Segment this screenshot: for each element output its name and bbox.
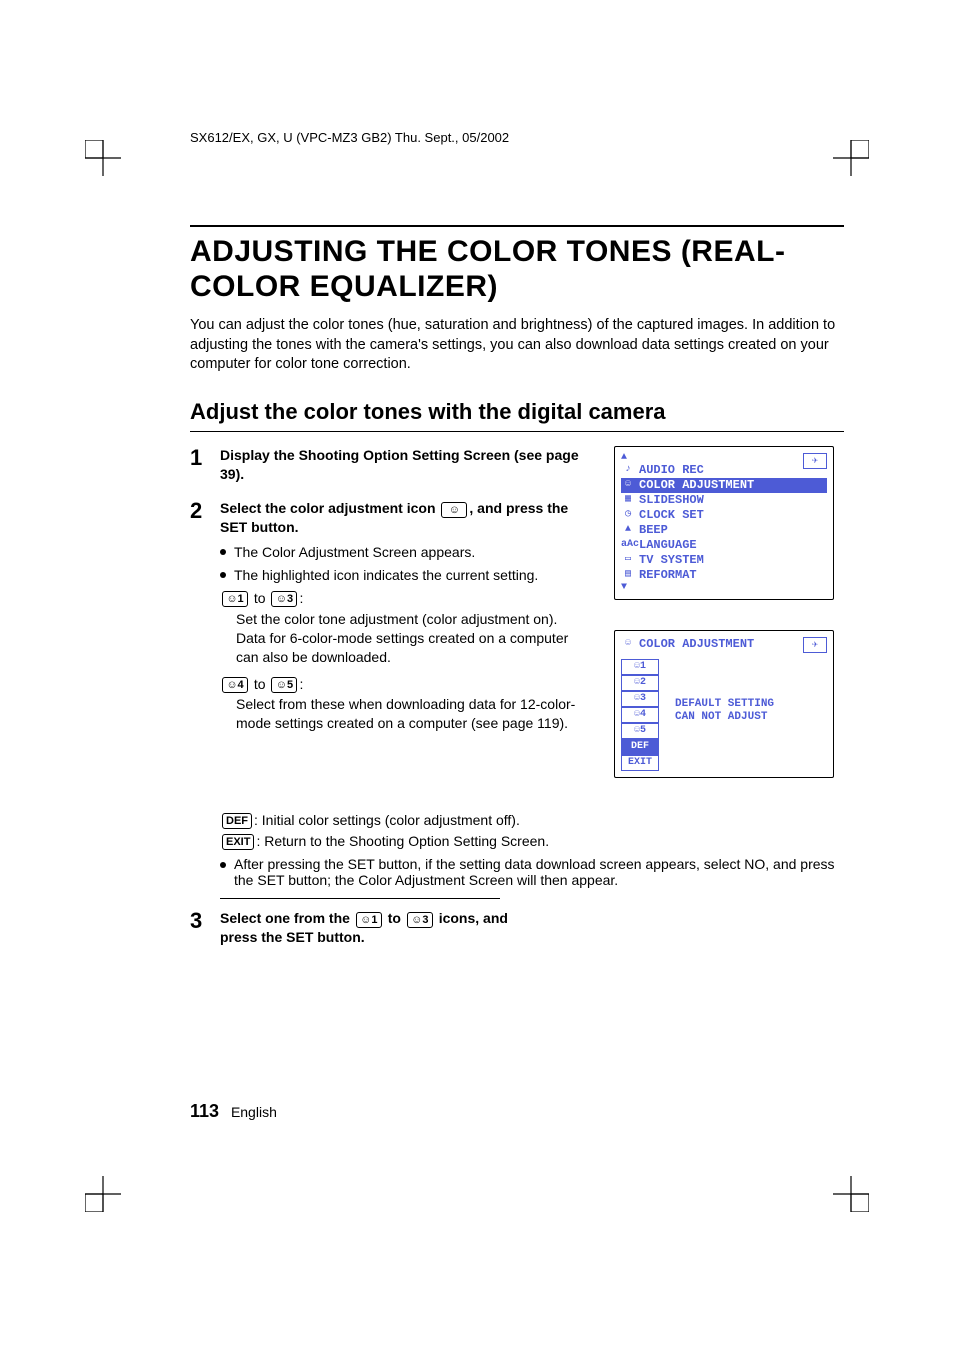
screen2-message: DEFAULT SETTING CAN NOT ADJUST [675, 698, 774, 724]
menu-item: ▭ TV SYSTEM [621, 553, 827, 568]
option-item: ☺2 [621, 675, 659, 691]
menu-item-icon: ☺ [621, 479, 635, 491]
palette-4-icon: ☺4 [222, 677, 248, 693]
intro-paragraph: You can adjust the color tones (hue, sat… [190, 316, 844, 375]
palette-3-icon: ☺3 [407, 912, 433, 928]
menu-item-label: LANGUAGE [639, 538, 697, 552]
range-description: Set the color tone adjustment (color adj… [236, 610, 584, 667]
def-line: DEF: Initial color settings (color adjus… [220, 812, 844, 829]
menu-item: ☺ COLOR ADJUSTMENT [621, 478, 827, 493]
option-item: ☺3 [621, 691, 659, 707]
menu-item-icon: ▭ [621, 554, 635, 566]
palette-1-icon: ☺1 [222, 591, 248, 607]
icon-range: ☺1 to ☺3: [220, 589, 584, 608]
exit-line: EXIT: Return to the Shooting Option Sett… [220, 833, 844, 850]
option-item: DEF [621, 739, 659, 755]
menu-item-icon: ◷ [621, 509, 635, 521]
option-item: ☺5 [621, 723, 659, 739]
menu-item: ▤ REFORMAT [621, 568, 827, 583]
step-title: Select one from the ☺1 to ☺3 icons, and … [220, 910, 508, 945]
step-number: 2 [190, 499, 220, 741]
steps-column: 1 Display the Shooting Option Setting Sc… [190, 446, 584, 808]
exit-icon: EXIT [222, 834, 254, 850]
menu-item-label: TV SYSTEM [639, 553, 704, 567]
page-footer: 113 English [190, 1101, 277, 1122]
crop-mark-icon [85, 140, 121, 176]
menu-item-label: CLOCK SET [639, 508, 704, 522]
step-title: Select the color adjustment icon ☺, and … [220, 500, 568, 535]
step-number: 3 [190, 909, 220, 947]
option-list: ☺1☺2☺3☺4☺5DEFEXIT [621, 659, 659, 771]
page-title: ADJUSTING THE COLOR TONES (REAL-COLOR EQ… [190, 235, 844, 304]
section-heading: Adjust the color tones with the digital … [190, 399, 844, 425]
rule [190, 431, 844, 432]
camera-mode-icon: ✈ [803, 453, 827, 469]
menu-item-label: REFORMAT [639, 568, 697, 582]
menu-item-label: COLOR ADJUSTMENT [639, 478, 754, 492]
option-item: EXIT [621, 755, 659, 771]
footer-language: English [231, 1104, 277, 1120]
camera-screen-2: ✈ ☺ COLOR ADJUSTMENT ☺1☺2☺3☺4☺5DEFEXIT D… [614, 630, 834, 778]
palette-icon: ☺ [621, 638, 635, 650]
camera-mode-icon: ✈ [803, 637, 827, 653]
step-2-continued: DEF: Initial color settings (color adjus… [220, 812, 844, 889]
step-3: 3 Select one from the ☺1 to ☺3 icons, an… [190, 909, 844, 947]
menu-item-icon: ♪ [621, 464, 635, 476]
screen2-title: ☺ COLOR ADJUSTMENT [621, 637, 827, 651]
figures-column: ✈ ▲ ♪ AUDIO REC ☺ COLOR ADJUSTMENT ▦ SLIDESHO… [614, 446, 844, 808]
palette-1-icon: ☺1 [356, 912, 382, 928]
two-column-layout: 1 Display the Shooting Option Setting Sc… [190, 446, 844, 808]
crop-mark-icon [85, 1176, 121, 1212]
step-1: 1 Display the Shooting Option Setting Sc… [190, 446, 584, 484]
range-description: Select from these when downloading data … [236, 695, 584, 733]
arrow-up-icon: ▲ [621, 453, 827, 463]
menu-item-icon: ▦ [621, 494, 635, 506]
bullet: After pressing the SET button, if the se… [220, 856, 844, 888]
doc-header: SX612/EX, GX, U (VPC-MZ3 GB2) Thu. Sept.… [190, 130, 844, 145]
icon-range: ☺4 to ☺5: [220, 675, 584, 694]
step-title: Display the Shooting Option Setting Scre… [220, 447, 579, 482]
step-2: 2 Select the color adjustment icon ☺, an… [190, 499, 584, 741]
step-divider [220, 898, 500, 899]
palette-5-icon: ☺5 [271, 677, 297, 693]
option-item: ☺1 [621, 659, 659, 675]
page-number: 113 [190, 1101, 219, 1121]
arrow-down-icon: ▼ [621, 583, 827, 593]
camera-screen-1: ✈ ▲ ♪ AUDIO REC ☺ COLOR ADJUSTMENT ▦ SLIDESHO… [614, 446, 834, 600]
palette-3-icon: ☺3 [271, 591, 297, 607]
menu-item-label: BEEP [639, 523, 668, 537]
def-icon: DEF [222, 813, 252, 829]
menu-item: ♪ AUDIO REC [621, 463, 827, 478]
step-number: 1 [190, 446, 220, 484]
crop-mark-icon [833, 1176, 869, 1212]
page: SX612/EX, GX, U (VPC-MZ3 GB2) Thu. Sept.… [0, 0, 954, 1352]
menu-item: ▲ BEEP [621, 523, 827, 538]
menu-item: aAc LANGUAGE [621, 538, 827, 553]
crop-mark-icon [833, 140, 869, 176]
menu-item: ◷ CLOCK SET [621, 508, 827, 523]
menu-item-label: AUDIO REC [639, 463, 704, 477]
rule [190, 225, 844, 227]
menu-item-icon: aAc [621, 539, 635, 551]
menu-item-icon: ▤ [621, 569, 635, 581]
menu-item: ▦ SLIDESHOW [621, 493, 827, 508]
menu-item-icon: ▲ [621, 524, 635, 536]
bullet: The highlighted icon indicates the curre… [220, 566, 584, 585]
option-item: ☺4 [621, 707, 659, 723]
bullet: The Color Adjustment Screen appears. [220, 543, 584, 562]
menu-item-label: SLIDESHOW [639, 493, 704, 507]
palette-icon: ☺ [441, 502, 467, 518]
